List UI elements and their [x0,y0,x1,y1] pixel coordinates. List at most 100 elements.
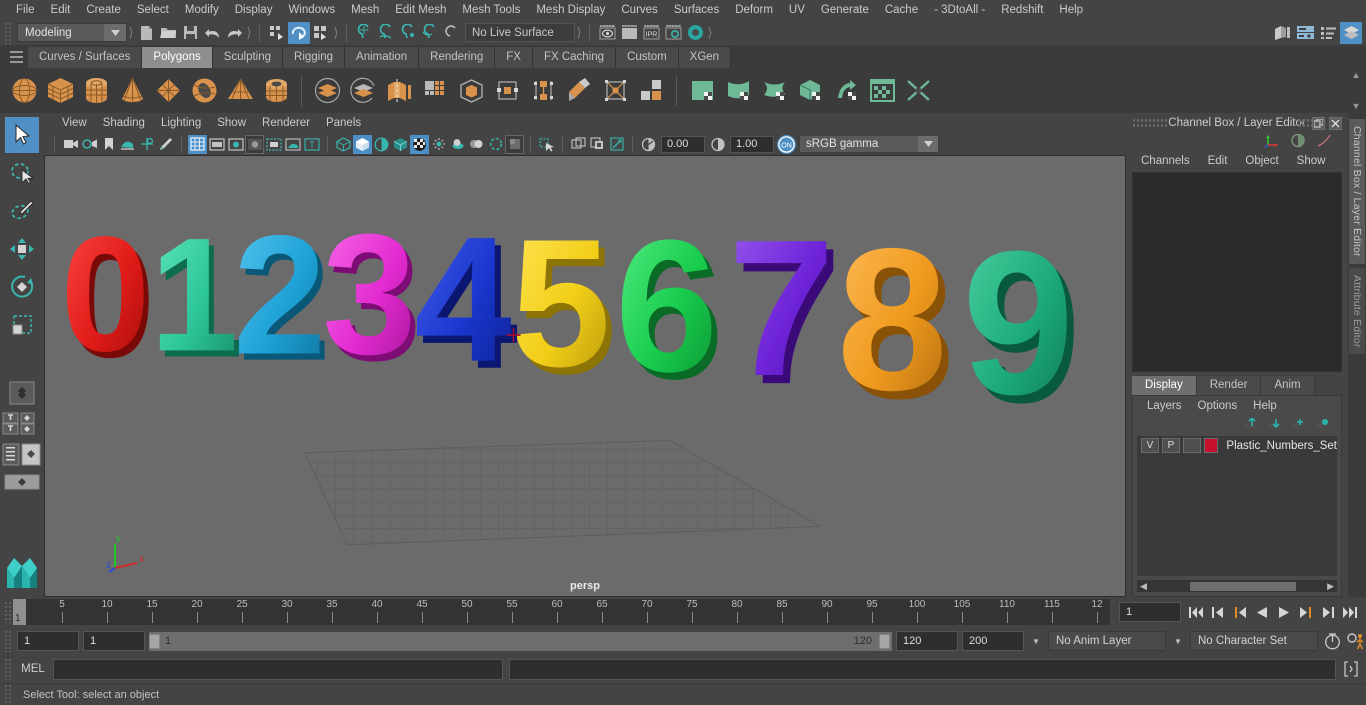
range-start-handle[interactable] [149,633,160,649]
layer-display-type-toggle[interactable] [1182,438,1201,453]
tab-anim[interactable]: Anim [1261,376,1315,395]
boolean-icon[interactable] [453,72,489,110]
extrude-icon[interactable] [525,72,561,110]
menu-display[interactable]: Display [227,0,281,20]
color-transform-selector[interactable]: sRGB gamma [799,135,939,153]
menu-set-selector[interactable]: Modeling [17,23,127,42]
ipr-render-icon[interactable]: IPR [640,22,662,44]
menu-redshift[interactable]: Redshift [993,0,1051,20]
animation-start-field[interactable]: 1 [17,631,79,651]
shelf-tab-fx-caching[interactable]: FX Caching [532,47,617,68]
combine-icon[interactable] [309,72,345,110]
poly-pyramid-icon[interactable] [222,72,258,110]
hypershade-icon[interactable] [684,22,706,44]
command-line-grip[interactable] [4,658,13,680]
menu-edit[interactable]: Edit [43,0,79,20]
uv-editor-icon[interactable] [684,72,720,110]
paint-select-tool-button[interactable] [5,193,39,229]
menu-windows[interactable]: Windows [280,0,343,20]
uv-snapshot-icon[interactable] [864,72,900,110]
undock-icon[interactable] [1312,116,1325,130]
tool-settings-icon[interactable] [1317,22,1339,44]
object-menu[interactable]: Object [1236,155,1287,167]
select-tool-button[interactable] [5,117,39,153]
panel-grip[interactable] [1132,118,1168,128]
help-line-grip[interactable] [4,683,13,705]
go-to-end-icon[interactable] [1340,602,1360,622]
shelf-tab-curves-surfaces[interactable]: Curves / Surfaces [28,47,143,68]
menu-mesh-display[interactable]: Mesh Display [528,0,613,20]
snap-to-grid-icon[interactable] [353,22,375,44]
chevron-down-icon[interactable] [104,24,126,41]
channel-box-icon[interactable] [1340,21,1362,44]
command-input-field[interactable] [53,658,503,680]
shelf-tab-animation[interactable]: Animation [345,47,420,68]
grease-pencil-icon[interactable] [156,135,175,154]
channel-box-attribute-area[interactable] [1132,172,1342,372]
panel-menu-show[interactable]: Show [209,113,254,133]
snap-to-projected-center-icon[interactable] [419,22,441,44]
play-backwards-icon[interactable] [1252,602,1272,622]
image-plane-icon[interactable] [118,135,137,154]
render-sequence-icon[interactable] [618,22,640,44]
poly-plane-icon[interactable] [150,72,186,110]
menu-deform[interactable]: Deform [727,0,781,20]
shelf-tab-custom[interactable]: Custom [616,47,679,68]
motion-blur-icon[interactable] [467,135,486,154]
poly-cube-icon[interactable] [42,72,78,110]
smooth-icon[interactable] [417,72,453,110]
menu-help[interactable]: Help [1051,0,1091,20]
safe-action-icon[interactable] [283,135,302,154]
isolate-select-icon[interactable] [607,135,626,154]
display-layer-list[interactable]: V P Plastic_Numbers_Set [1137,436,1337,576]
time-slider[interactable]: 1 5 10 15 20 25 30 35 40 45 50 55 60 65 70 75 80 85 90 95 1… [13,599,1110,625]
poly-cone-icon[interactable] [114,72,150,110]
time-slider-grip[interactable] [4,601,13,623]
new-layer-icon[interactable] [1290,418,1305,433]
play-forwards-icon[interactable] [1274,602,1294,622]
shelf-scroll-up-icon[interactable]: ▲ [1352,70,1361,80]
anim-layer-chevron-down-icon[interactable]: ▼ [1170,632,1186,651]
four-pane-layout-button[interactable] [2,412,42,439]
hypershade-persp-layout-button[interactable] [4,474,40,493]
menu-mesh-tools[interactable]: Mesh Tools [454,0,528,20]
channels-menu[interactable]: Channels [1132,155,1199,167]
show-menu[interactable]: Show [1288,155,1335,167]
select-component-icon[interactable] [310,22,332,44]
panel-menu-renderer[interactable]: Renderer [254,113,318,133]
current-time-indicator[interactable]: 1 [13,599,26,625]
new-layer-from-selected-icon[interactable] [1314,418,1329,433]
target-weld-icon[interactable] [633,72,669,110]
xray-joints-icon[interactable] [569,135,588,154]
outliner-persp-layout-button[interactable] [2,443,42,470]
separate-icon[interactable] [345,72,381,110]
shelf-scroll-controls[interactable]: ▲ ▼ [1348,70,1364,111]
step-back-frame-icon[interactable] [1230,602,1250,622]
menu-cache[interactable]: Cache [877,0,926,20]
range-slider-grip[interactable] [4,630,13,652]
attribute-editor-icon[interactable] [1294,22,1316,44]
scroll-thumb[interactable] [1190,581,1296,591]
menu-modify[interactable]: Modify [177,0,227,20]
layer-visibility-toggle[interactable]: V [1141,438,1159,453]
menu-create[interactable]: Create [78,0,129,20]
single-pane-layout-button[interactable] [8,381,36,408]
camera-attributes-icon[interactable] [80,135,99,154]
shadows-icon[interactable] [429,135,448,154]
anim-layer-selector[interactable]: No Anim Layer [1048,631,1166,651]
side-tab-attribute-editor[interactable]: Attribute Editor [1349,267,1365,355]
undo-icon[interactable] [201,22,223,44]
options-menu[interactable]: Options [1190,400,1246,412]
close-icon[interactable] [1329,116,1342,130]
poly-sphere-icon[interactable] [6,72,42,110]
poly-pipe-icon[interactable] [258,72,294,110]
layer-name[interactable]: Plastic_Numbers_Set [1221,440,1337,452]
menu-generate[interactable]: Generate [813,0,877,20]
menu-surfaces[interactable]: Surfaces [666,0,727,20]
menu-3dtoall[interactable]: - 3DtoAll - [926,0,993,20]
modeling-toolkit-icon[interactable] [1271,22,1293,44]
shelf-scroll-down-icon[interactable]: ▼ [1352,101,1361,111]
status-line-grip[interactable] [4,21,13,44]
range-bar[interactable]: 1 120 [149,631,892,651]
exposure-icon[interactable] [639,135,658,154]
